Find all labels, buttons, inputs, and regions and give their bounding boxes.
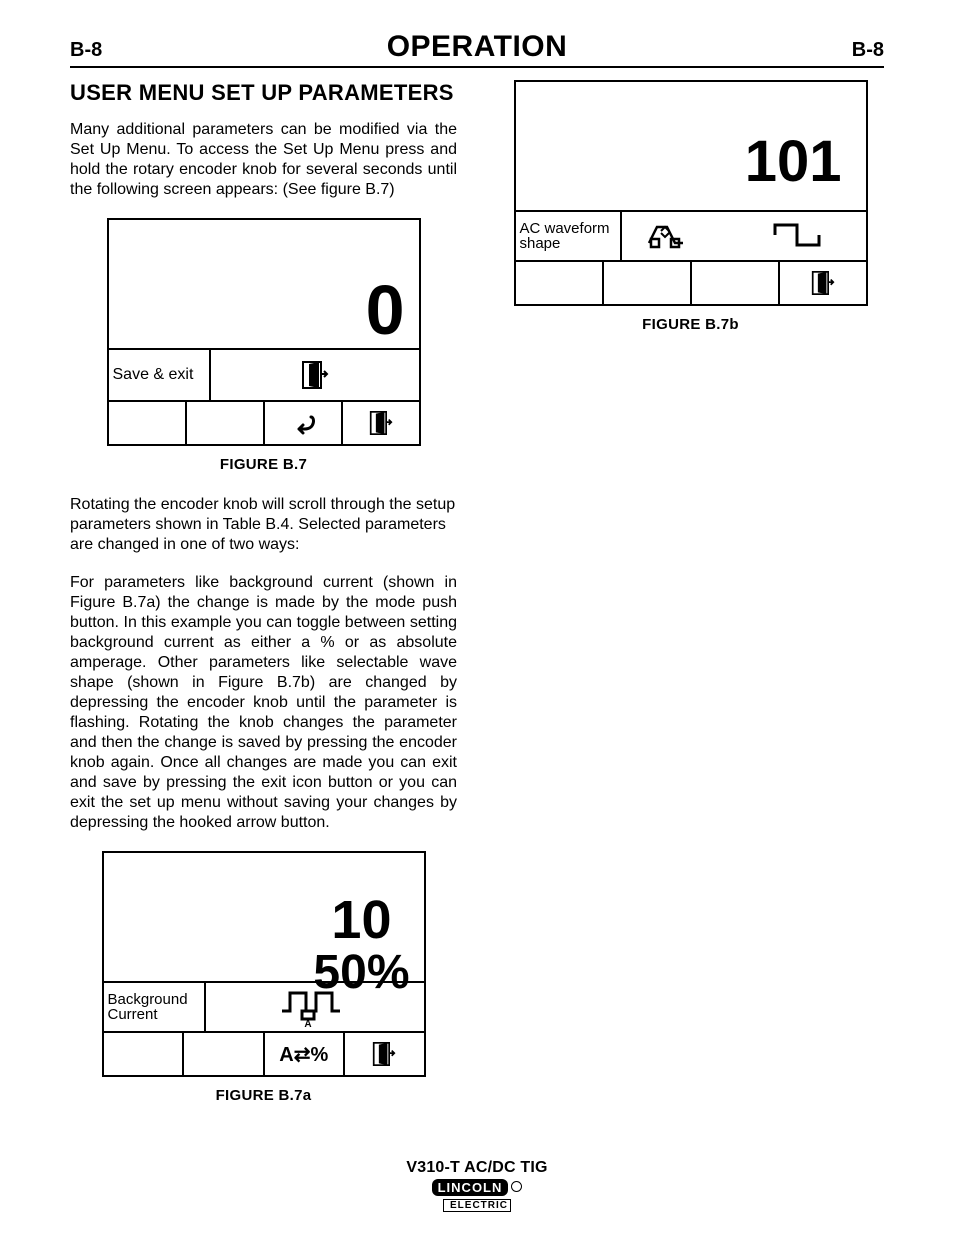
figure-b7a-caption: FIGURE B.7a [70, 1087, 457, 1104]
page-number-left: B-8 [70, 39, 102, 62]
heading-user-menu: USER MENU SET UP PARAMETERS [70, 80, 457, 106]
figure-b7b-softkey-2 [602, 262, 690, 304]
square-wave-icon [771, 219, 827, 253]
figure-b7a-pulse-icon-cell: A [206, 983, 424, 1031]
figure-b7b-display: 101 AC waveform shape [516, 82, 866, 260]
svg-text:A: A [304, 1019, 311, 1027]
footer-brand-electric: ELECTRIC [443, 1199, 511, 1212]
figure-b7b-softkey-1 [516, 262, 602, 304]
page-footer: V310-T AC/DC TIG LINCOLN ELECTRIC [0, 1159, 954, 1213]
left-column: USER MENU SET UP PARAMETERS Many additio… [70, 80, 457, 1126]
figure-b7b-value: 101 [745, 128, 842, 195]
figure-b7-display: 0 Save & exit [109, 220, 419, 400]
figure-b7-exit-icon-cell [211, 350, 419, 400]
exit-door-icon [372, 1041, 396, 1067]
footer-brand-lincoln: LINCOLN [432, 1179, 509, 1196]
figure-b7a-softkey-4 [343, 1033, 424, 1075]
figure-b7-caption: FIGURE B.7 [70, 456, 457, 473]
figure-b7-label-row: Save & exit [109, 348, 419, 400]
trapezoid-wave-icon [647, 219, 707, 253]
footer-product-name: V310-T AC/DC TIG [0, 1159, 954, 1177]
figure-b7b-softkeys [516, 260, 866, 304]
exit-door-icon [369, 410, 393, 436]
figure-b7b-label-row: AC waveform shape [516, 210, 866, 260]
pulse-waveform-icon: A [280, 987, 350, 1027]
section-header-operation: OPERATION [387, 30, 568, 64]
paragraph-intro: Many additional parameters can be modifi… [70, 120, 457, 200]
figure-b7b-row-label-2: shape [520, 236, 561, 251]
a-percent-toggle-label: A⇄% [279, 1042, 328, 1067]
figure-b7a-row-label-2: Current [108, 1007, 158, 1022]
figure-b7b-row-label-1: AC waveform [520, 221, 610, 236]
figure-b7-softkey-4 [341, 402, 419, 444]
figure-b7a-softkey-3: A⇄% [263, 1033, 344, 1075]
figure-b7a-row-label-1: Background [108, 992, 188, 1007]
figure-b7-softkey-3 [263, 402, 341, 444]
right-column: 101 AC waveform shape [497, 80, 884, 1126]
figure-b7-softkey-1 [109, 402, 185, 444]
figure-b7b-softkey-3 [690, 262, 778, 304]
page-header: B-8 OPERATION B-8 [70, 30, 884, 68]
figure-b7-row-label: Save & exit [109, 350, 211, 400]
figure-b7a-value-top: 10 [331, 889, 391, 951]
figure-b7-panel: 0 Save & exit [107, 218, 421, 446]
figure-b7b-panel: 101 AC waveform shape [514, 80, 868, 306]
figure-b7a-panel: 10 50% Background Current A [102, 851, 426, 1077]
exit-door-icon [811, 270, 835, 296]
figure-b7a-display: 10 50% Background Current A [104, 853, 424, 1031]
paragraph-details: For parameters like background current (… [70, 573, 457, 833]
figure-b7b-caption: FIGURE B.7b [497, 316, 884, 333]
figure-b7a-row-label: Background Current [104, 983, 206, 1031]
undo-arrow-icon [289, 411, 317, 435]
figure-b7a-label-row: Background Current A [104, 981, 424, 1031]
page-number-right: B-8 [852, 39, 884, 62]
figure-b7b-row-label: AC waveform shape [516, 212, 622, 260]
figure-b7b-square-wave-icon-cell [732, 212, 866, 260]
figure-b7b-wave-variant-icon-cell [622, 212, 732, 260]
exit-door-icon [301, 360, 329, 390]
paragraph-rotating: Rotating the encoder knob will scroll th… [70, 495, 457, 555]
figure-b7-softkeys [109, 400, 419, 444]
figure-b7a-softkey-1 [104, 1033, 183, 1075]
page: B-8 OPERATION B-8 USER MENU SET UP PARAM… [0, 0, 954, 1235]
two-column-layout: USER MENU SET UP PARAMETERS Many additio… [70, 80, 884, 1126]
figure-b7a-softkeys: A⇄% [104, 1031, 424, 1075]
footer-brand-circle-icon [511, 1181, 522, 1192]
figure-b7-value: 0 [366, 270, 405, 350]
figure-b7b-softkey-4 [778, 262, 866, 304]
footer-logo: LINCOLN ELECTRIC [432, 1179, 523, 1212]
figure-b7-softkey-2 [185, 402, 263, 444]
figure-b7a-softkey-2 [182, 1033, 263, 1075]
